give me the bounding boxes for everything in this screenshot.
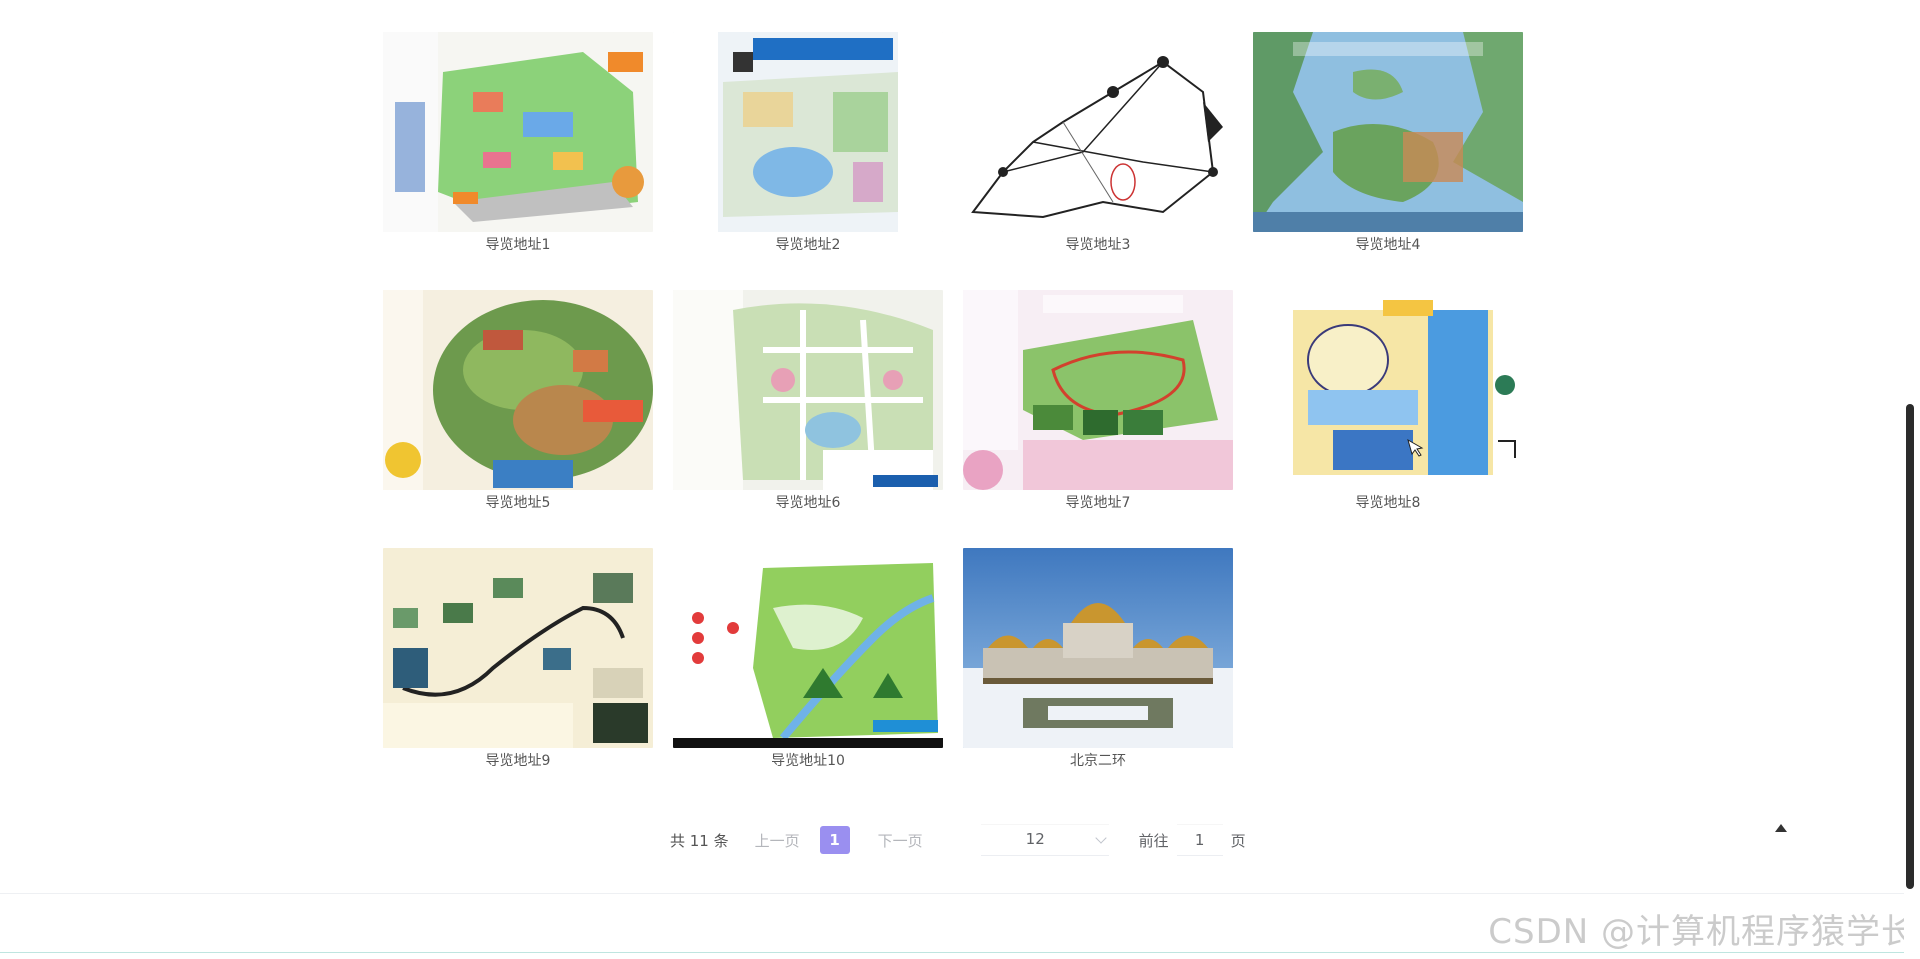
gallery-card[interactable]: 导览地址5 [383,290,653,516]
card-caption: 导览地址3 [1065,237,1131,253]
scrollbar-thumb[interactable] [1906,404,1914,889]
guide-map-gallery: 导览地址1 导览地址2 导览地址3 导览地址4 导览地址5 导览地址6 导览地址… [383,32,1528,774]
watermark-text: CSDN @计算机程序猿学长 [1488,912,1916,952]
map-thumbnail[interactable] [673,290,943,490]
back-to-top-icon[interactable] [1775,824,1787,832]
gallery-card[interactable]: 导览地址2 [673,32,943,258]
page-size-select[interactable]: 12 [980,824,1109,856]
gallery-card[interactable]: 导览地址4 [1253,32,1523,258]
card-caption: 导览地址8 [1355,495,1421,511]
map-thumbnail[interactable] [673,548,943,748]
gallery-card[interactable]: 导览地址8 [1253,290,1523,516]
map-thumbnail[interactable] [673,32,943,232]
card-caption: 导览地址4 [1355,237,1421,253]
photo-thumbnail[interactable] [963,548,1233,748]
map-thumbnail[interactable] [383,290,653,490]
card-caption: 导览地址5 [485,495,551,511]
goto-label: 前往 [1138,831,1169,850]
prev-page-button[interactable]: 上一页 [755,830,800,851]
card-caption: 导览地址2 [775,237,841,253]
map-thumbnail[interactable] [383,548,653,748]
gallery-card[interactable]: 导览地址3 [963,32,1233,258]
gallery-card[interactable]: 导览地址1 [383,32,653,258]
page-number-current[interactable]: 1 [819,826,850,854]
map-thumbnail[interactable] [963,290,1233,490]
total-count: 共 11 条 [670,831,729,850]
map-thumbnail[interactable] [1253,290,1523,490]
gallery-card[interactable]: 导览地址7 [963,290,1233,516]
gallery-card[interactable]: 导览地址6 [673,290,943,516]
page-size-value: 12 [1025,830,1045,848]
gallery-card[interactable]: 北京二环 [963,548,1233,774]
goto-page-input[interactable]: 1 [1176,824,1223,856]
map-thumbnail[interactable] [1253,32,1523,232]
card-caption: 导览地址10 [771,753,845,769]
card-caption: 导览地址6 [775,495,841,511]
gallery-card[interactable]: 导览地址10 [673,548,943,774]
chevron-down-icon [1094,832,1107,844]
page-unit-label: 页 [1230,831,1246,850]
card-caption: 导览地址7 [1065,495,1131,511]
next-page-button[interactable]: 下一页 [878,830,923,851]
map-thumbnail[interactable] [963,32,1233,232]
map-thumbnail[interactable] [383,32,653,232]
card-caption: 导览地址1 [485,237,551,253]
pagination: 共 11 条 上一页 1 下一页 12 前往 1 页 [670,824,1246,856]
card-caption: 导览地址9 [485,753,551,769]
card-caption: 北京二环 [1070,753,1126,769]
gallery-card[interactable]: 导览地址9 [383,548,653,774]
